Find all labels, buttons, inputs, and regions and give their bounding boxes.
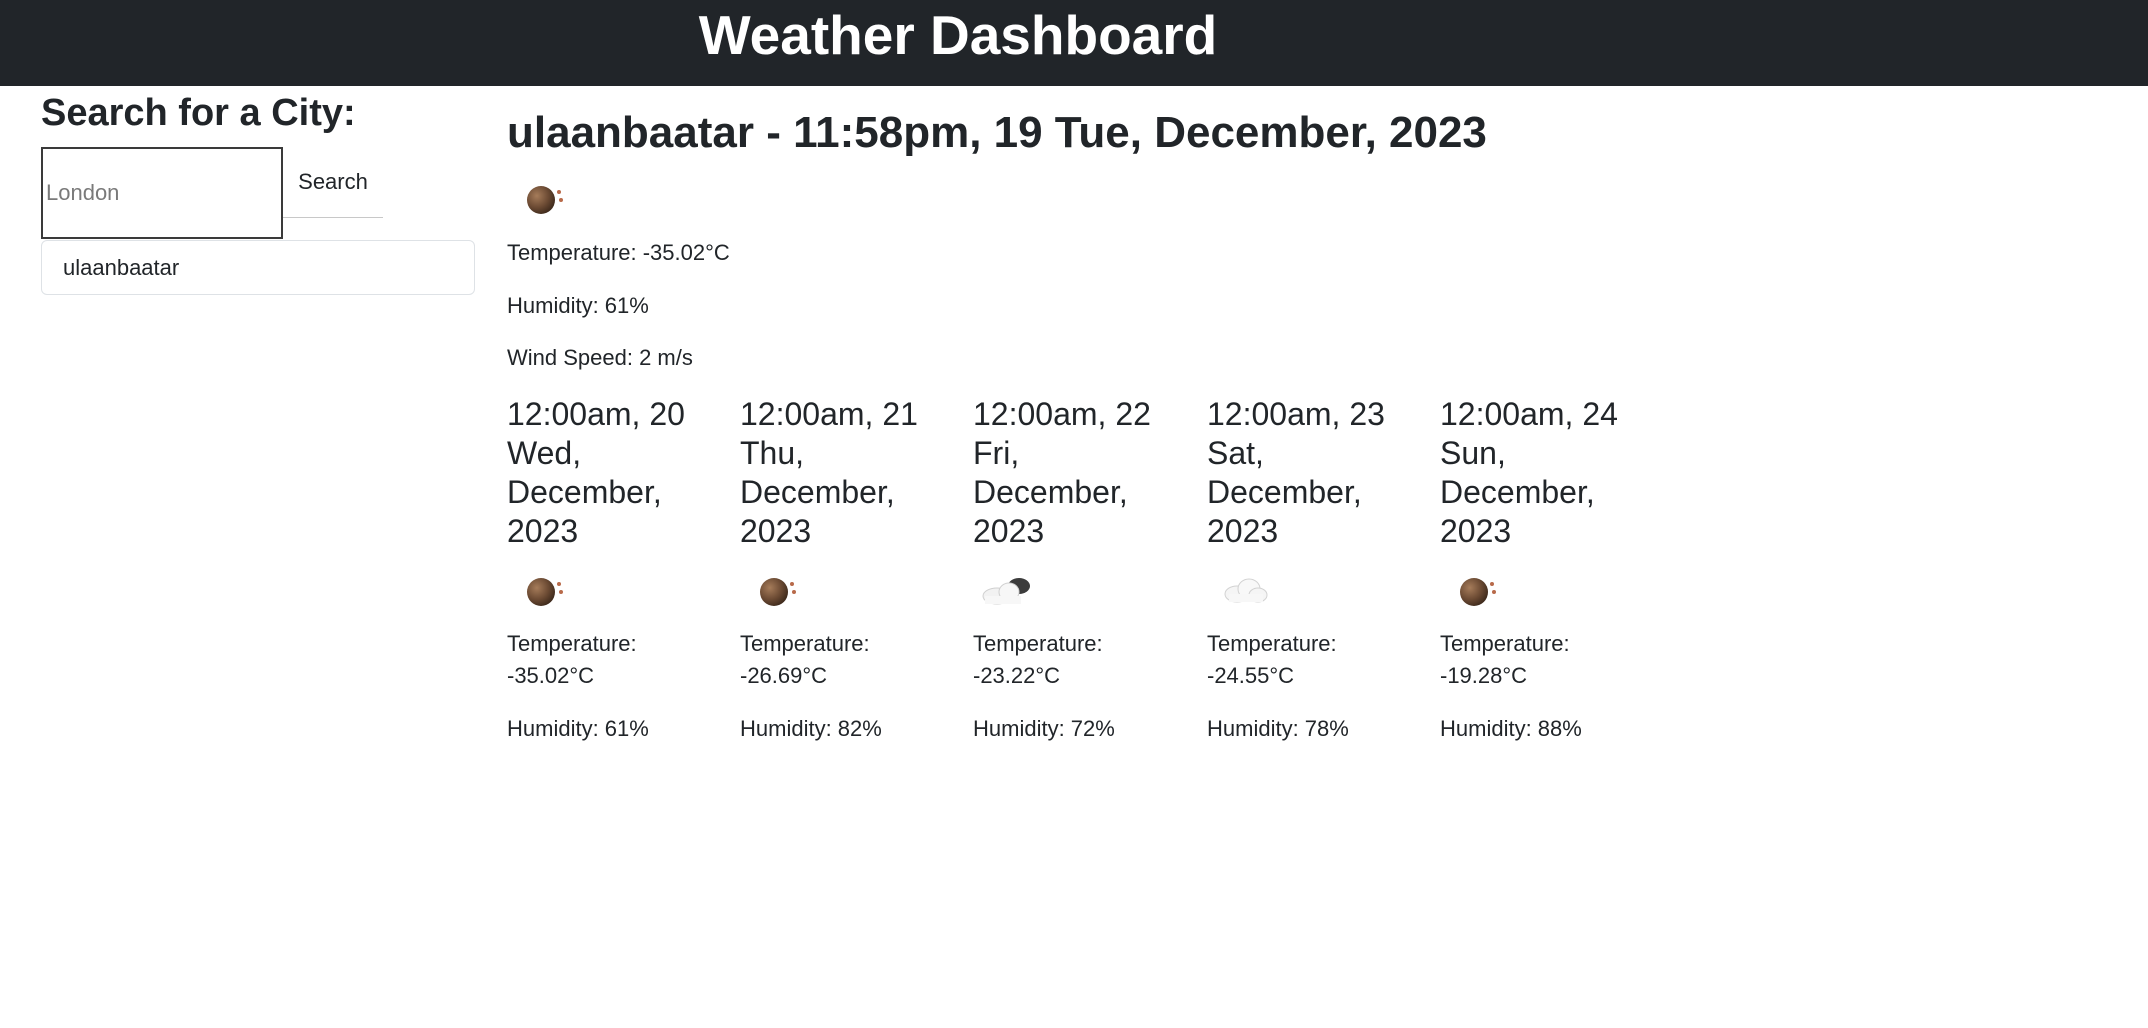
search-button[interactable]: Search bbox=[283, 147, 383, 218]
header-bar: Weather Dashboard bbox=[0, 0, 2148, 86]
page-title: Weather Dashboard bbox=[698, 4, 1218, 66]
forecast-humidity: Humidity: 88% bbox=[1440, 716, 1582, 741]
forecast-temperature-label: Temperature: bbox=[1207, 631, 1337, 656]
city-search-input[interactable] bbox=[41, 147, 283, 239]
current-wind-speed: Wind Speed: 2 m/s bbox=[507, 345, 693, 370]
search-history-item[interactable]: ulaanbaatar bbox=[41, 240, 475, 295]
forecast-card: 12:00am, 24 Sun, December, 2023 Temperat… bbox=[1440, 395, 1660, 755]
current-weather-title: ulaanbaatar - 11:58pm, 19 Tue, December,… bbox=[507, 108, 1487, 157]
haze-icon bbox=[521, 178, 571, 218]
cloud-icon bbox=[1221, 570, 1271, 610]
forecast-temperature-label: Temperature: bbox=[740, 631, 870, 656]
forecast-date: 12:00am, 23 Sat, December, 2023 bbox=[1207, 396, 1385, 549]
forecast-humidity: Humidity: 82% bbox=[740, 716, 882, 741]
search-heading: Search for a City: bbox=[41, 92, 356, 134]
forecast-card: 12:00am, 20 Wed, December, 2023 Temperat… bbox=[507, 395, 727, 755]
forecast-temperature-value: -35.02°C bbox=[507, 663, 595, 688]
forecast-temperature-label: Temperature: bbox=[973, 631, 1103, 656]
forecast-temperature-label: Temperature: bbox=[507, 631, 637, 656]
forecast-card: 12:00am, 21 Thu, December, 2023 Temperat… bbox=[740, 395, 960, 755]
current-temperature: Temperature: -35.02°C bbox=[507, 240, 730, 265]
forecast-humidity: Humidity: 61% bbox=[507, 716, 649, 741]
forecast-temperature-label: Temperature: bbox=[1440, 631, 1570, 656]
forecast-temperature-value: -24.55°C bbox=[1207, 663, 1295, 688]
forecast-card: 12:00am, 22 Fri, December, 2023 Temperat… bbox=[973, 395, 1193, 755]
broken-clouds-icon bbox=[979, 570, 1039, 610]
forecast-date: 12:00am, 20 Wed, December, 2023 bbox=[507, 396, 685, 549]
current-humidity: Humidity: 61% bbox=[507, 293, 649, 318]
forecast-temperature-value: -26.69°C bbox=[740, 663, 828, 688]
forecast-date: 12:00am, 24 Sun, December, 2023 bbox=[1440, 396, 1618, 549]
haze-icon bbox=[521, 570, 571, 610]
haze-icon bbox=[754, 570, 804, 610]
forecast-humidity: Humidity: 78% bbox=[1207, 716, 1349, 741]
forecast-card: 12:00am, 23 Sat, December, 2023 Temperat… bbox=[1207, 395, 1427, 755]
forecast-date: 12:00am, 21 Thu, December, 2023 bbox=[740, 396, 918, 549]
forecast-date: 12:00am, 22 Fri, December, 2023 bbox=[973, 396, 1151, 549]
forecast-humidity: Humidity: 72% bbox=[973, 716, 1115, 741]
haze-icon bbox=[1454, 570, 1504, 610]
forecast-temperature-value: -19.28°C bbox=[1440, 663, 1528, 688]
forecast-temperature-value: -23.22°C bbox=[973, 663, 1061, 688]
